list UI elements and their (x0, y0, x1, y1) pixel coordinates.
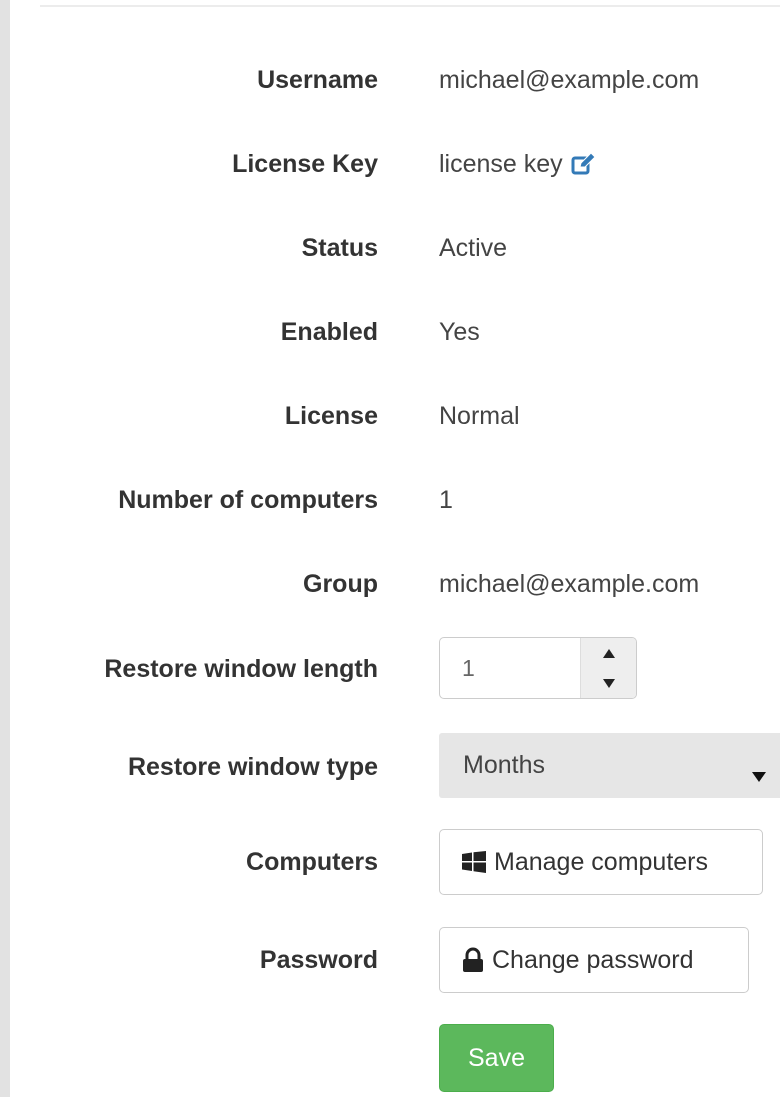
edit-icon[interactable] (571, 152, 597, 176)
lock-icon (462, 947, 484, 973)
field-row-restore-window-type: Restore window type Months (0, 731, 780, 803)
chevron-down-icon (752, 760, 766, 789)
restore-window-length-input[interactable] (440, 638, 580, 698)
password-label: Password (259, 946, 378, 974)
field-row-password: Password Change password (0, 927, 780, 994)
username-label: Username (257, 65, 378, 94)
stepper-arrows (580, 638, 636, 698)
change-password-label: Change password (492, 945, 694, 974)
computers-label: Computers (246, 847, 378, 876)
license-key-label: License Key (232, 149, 378, 178)
field-row-restore-window-length: Restore window length (0, 631, 780, 707)
number-of-computers-label: Number of computers (118, 485, 378, 514)
status-label: Status (301, 233, 378, 262)
field-row-username: Username michael@example.com (0, 38, 780, 122)
change-password-button[interactable]: Change password (439, 927, 749, 993)
username-value: michael@example.com (439, 65, 700, 94)
field-row-group: Group michael@example.com (0, 542, 780, 626)
field-row-enabled: Enabled Yes (0, 290, 780, 374)
status-value: Active (439, 233, 508, 262)
license-label: License (284, 401, 378, 430)
field-row-number-of-computers: Number of computers 1 (0, 458, 780, 542)
panel-top-border (40, 0, 780, 7)
decrement-arrow-icon[interactable] (581, 668, 636, 698)
number-of-computers-value: 1 (439, 485, 453, 514)
save-button[interactable]: Save (439, 1024, 554, 1092)
manage-computers-button[interactable]: Manage computers (439, 829, 763, 895)
group-label: Group (303, 569, 378, 598)
field-row-license: License Normal (0, 374, 780, 458)
restore-window-length-stepper[interactable] (439, 637, 637, 699)
license-value: Normal (439, 401, 520, 430)
group-value: michael@example.com (439, 569, 700, 598)
increment-arrow-icon[interactable] (581, 638, 636, 668)
license-key-value: license key (439, 149, 563, 178)
field-row-computers: Computers Manage computers (0, 829, 780, 895)
enabled-label: Enabled (280, 317, 378, 346)
field-row-license-key: License Key license key (0, 122, 780, 206)
restore-window-type-select[interactable]: Months (439, 733, 780, 798)
restore-window-type-selected: Months (463, 751, 545, 779)
windows-icon (462, 851, 486, 873)
license-key-value-group: license key (439, 122, 597, 206)
field-row-status: Status Active (0, 206, 780, 290)
manage-computers-label: Manage computers (494, 847, 709, 876)
enabled-value: Yes (439, 317, 480, 346)
restore-window-type-label: Restore window type (127, 752, 378, 781)
restore-window-length-label: Restore window length (104, 654, 378, 683)
